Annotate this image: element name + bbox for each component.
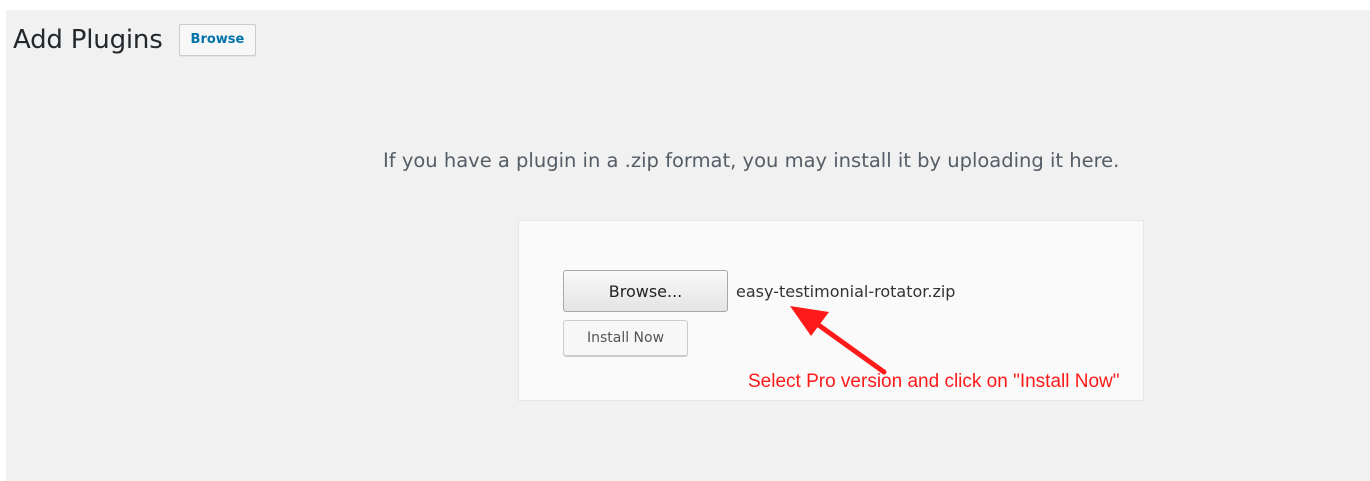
selected-file-name: easy-testimonial-rotator.zip [736,281,956,301]
install-now-button[interactable]: Install Now [563,320,688,356]
upload-help-text: If you have a plugin in a .zip format, y… [383,149,1120,172]
page-title: Add Plugins [13,25,163,55]
annotation-label: Select Pro version and click on "Install… [748,371,1120,392]
page-header: Add Plugins Browse [13,24,257,56]
file-input-row: Browse... easy-testimonial-rotator.zip [563,270,955,312]
plugins-page: Add Plugins Browse If you have a plugin … [6,10,1370,481]
file-browse-button[interactable]: Browse... [563,270,728,312]
browse-plugins-button[interactable]: Browse [178,24,257,56]
